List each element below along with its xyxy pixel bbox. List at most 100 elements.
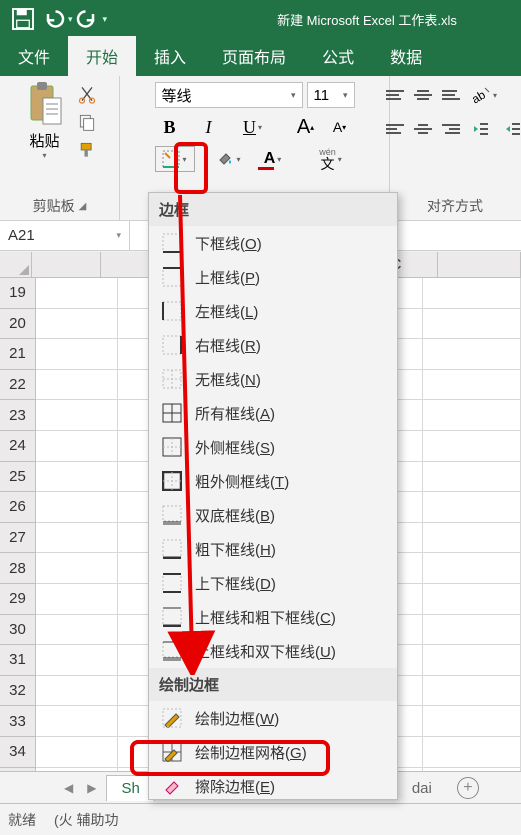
cell[interactable] [36,584,118,615]
cell[interactable] [36,645,118,676]
cell[interactable] [423,706,521,737]
border-double-bottom-item[interactable]: 双底框线(B) [149,498,397,532]
redo-icon[interactable] [73,4,103,34]
border-top-item[interactable]: 上框线(P) [149,260,397,294]
row-header[interactable]: 34 [0,737,36,768]
cell[interactable] [423,645,521,676]
row-header[interactable]: 33 [0,706,36,737]
sheet-nav-next-icon[interactable]: ▶ [83,781,100,795]
name-box[interactable]: A21▾ [0,221,130,250]
cell[interactable] [423,737,521,768]
cell[interactable] [36,676,118,707]
erase-border-item[interactable]: 擦除边框(E) [149,769,397,799]
row-header[interactable]: 26 [0,492,36,523]
row-header[interactable]: 29 [0,584,36,615]
cell[interactable] [423,400,521,431]
tab-home[interactable]: 开始 [68,36,136,76]
row-header[interactable]: 23 [0,400,36,431]
align-center-icon[interactable] [410,119,436,139]
format-painter-icon[interactable] [75,140,99,160]
increase-indent-icon[interactable] [498,116,521,142]
cell[interactable] [423,523,521,554]
cell[interactable] [36,370,118,401]
grow-font-icon[interactable]: A▴ [291,114,321,140]
copy-icon[interactable] [75,112,99,132]
row-header[interactable]: 30 [0,615,36,646]
row-header[interactable]: 32 [0,676,36,707]
cell[interactable] [423,278,521,309]
row-header[interactable]: 27 [0,523,36,554]
cell[interactable] [423,584,521,615]
shrink-font-icon[interactable]: A▾ [325,114,355,140]
cell[interactable] [423,431,521,462]
cell[interactable] [423,492,521,523]
phonetic-guide-button[interactable]: wén 文 ▾ [311,146,351,172]
cell[interactable] [36,615,118,646]
border-thick-bottom-item[interactable]: 粗下框线(H) [149,532,397,566]
row-header[interactable]: 31 [0,645,36,676]
cell[interactable] [36,431,118,462]
border-top-thick-bottom-item[interactable]: 上框线和粗下框线(C) [149,600,397,634]
font-name-select[interactable]: 等线▾ [155,82,303,108]
row-header[interactable]: 28 [0,553,36,584]
cell[interactable] [36,706,118,737]
col-header-a[interactable] [32,252,101,278]
cell[interactable] [36,339,118,370]
row-header[interactable]: 20 [0,309,36,340]
add-sheet-button[interactable]: + [457,777,479,799]
cell[interactable] [423,309,521,340]
border-none-item[interactable]: 无框线(N) [149,362,397,396]
sheet-nav-prev-icon[interactable]: ◀ [60,781,77,795]
cut-icon[interactable] [75,84,99,104]
cell[interactable] [36,400,118,431]
paste-button[interactable]: 粘贴 ▾ [21,80,69,160]
align-left-icon[interactable] [382,119,408,139]
status-assist[interactable]: (火 辅助功 [54,810,119,830]
cell[interactable] [36,462,118,493]
underline-button[interactable]: U▾ [233,114,273,140]
cell[interactable] [423,462,521,493]
tab-data[interactable]: 数据 [372,36,440,76]
save-icon[interactable] [8,4,38,34]
cell[interactable] [423,553,521,584]
col-header-d[interactable] [438,252,521,278]
cell[interactable] [36,492,118,523]
orientation-icon[interactable]: ab▾ [466,82,500,108]
row-header[interactable]: 22 [0,370,36,401]
border-right-item[interactable]: 右框线(R) [149,328,397,362]
row-header[interactable]: 25 [0,462,36,493]
border-outside-item[interactable]: 外侧框线(S) [149,430,397,464]
cell[interactable] [36,737,118,768]
italic-button[interactable]: I [189,114,229,140]
tab-insert[interactable]: 插入 [136,36,204,76]
border-left-item[interactable]: 左框线(L) [149,294,397,328]
border-top-double-bottom-item[interactable]: 上框线和双下框线(U) [149,634,397,668]
draw-border-grid-item[interactable]: 绘制边框网格(G) [149,735,397,769]
border-thick-outside-item[interactable]: 粗外侧框线(T) [149,464,397,498]
border-button[interactable]: ▾ [155,146,195,172]
cell[interactable] [36,553,118,584]
undo-icon[interactable] [38,4,68,34]
border-bottom-item[interactable]: 下框线(O) [149,226,397,260]
sheet-tab-dai[interactable]: dai [397,775,447,801]
cell[interactable] [36,523,118,554]
font-size-select[interactable]: 11▾ [307,82,355,108]
fill-color-button[interactable]: ▾ [209,146,249,172]
align-bottom-icon[interactable] [438,85,464,105]
clipboard-dialog-launcher-icon[interactable]: ◢ [79,201,87,212]
cell[interactable] [423,615,521,646]
cell[interactable] [423,370,521,401]
align-middle-icon[interactable] [410,85,436,105]
tab-formulas[interactable]: 公式 [304,36,372,76]
draw-border-item[interactable]: 绘制边框(W) [149,701,397,735]
cell[interactable] [423,339,521,370]
cell[interactable] [36,309,118,340]
font-color-button[interactable]: A ▾ [253,146,293,172]
row-header[interactable]: 24 [0,431,36,462]
row-header[interactable]: 19 [0,278,36,309]
tab-page-layout[interactable]: 页面布局 [204,36,304,76]
select-all-corner[interactable] [0,252,32,278]
row-header[interactable]: 21 [0,339,36,370]
align-right-icon[interactable] [438,119,464,139]
align-top-icon[interactable] [382,85,408,105]
